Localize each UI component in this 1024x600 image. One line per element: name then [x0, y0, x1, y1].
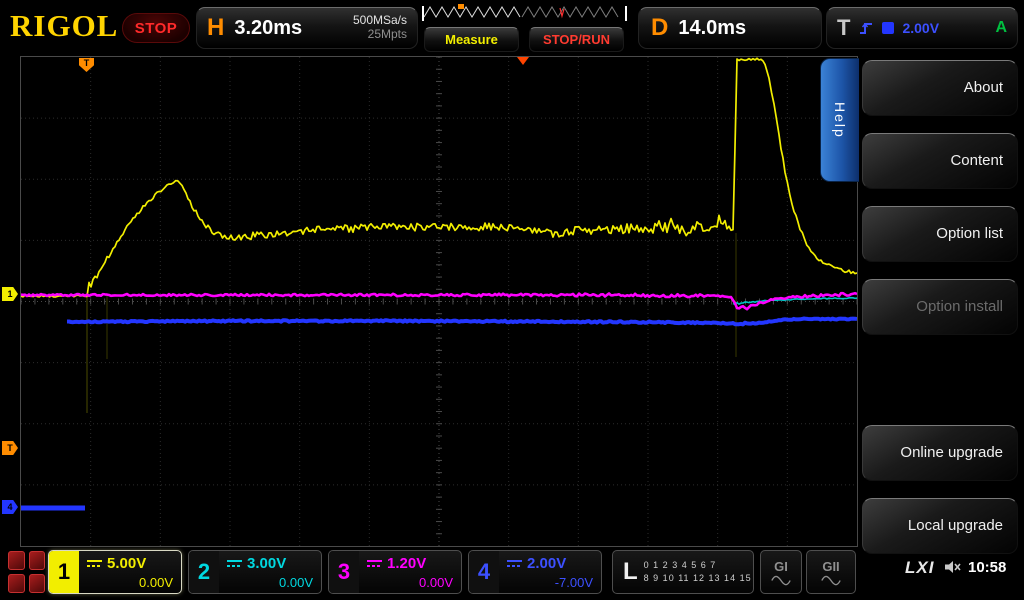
- menu-item-option-install[interactable]: Option install: [862, 279, 1018, 335]
- help-tab[interactable]: Help: [820, 58, 859, 182]
- horizontal-label: H: [207, 14, 224, 42]
- menu-item-content[interactable]: Content: [862, 133, 1018, 189]
- generator-1-label: GI: [774, 559, 788, 574]
- channel-2-offset: 0.00V: [279, 575, 313, 590]
- bottom-bar: 1 5.00V 0.00V 2 3.00V 0.00V 3 1.20V 0.00V 4 2.00V -…: [0, 545, 1024, 600]
- lxi-logo: LXI: [905, 558, 934, 578]
- trigger-slope-icon: [858, 21, 874, 35]
- logic-analyzer-block[interactable]: L 0 1 2 3 4 5 6 7 8 9 10 11 12 13 14 15: [612, 550, 754, 594]
- help-menu: About Content Option list Option install Onl…: [856, 56, 1024, 600]
- channel-t-position-marker[interactable]: T: [2, 441, 18, 455]
- acquisition-info: 500MSa/s 25Mpts: [353, 14, 407, 42]
- channel-3-scale: 1.20V: [367, 555, 426, 572]
- channel-1-scale: 5.00V: [87, 555, 146, 572]
- scope-traces: [21, 57, 857, 546]
- delay-label: D: [651, 14, 668, 42]
- dc-coupling-icon: [227, 559, 242, 568]
- channel-4-scale: 2.00V: [507, 555, 566, 572]
- channel-3-badge: 3: [329, 551, 359, 593]
- grid-square-icon: [8, 551, 25, 570]
- memory-depth: 25Mpts: [353, 28, 407, 42]
- channel-4-badge: 4: [469, 551, 499, 593]
- channel-4-trace: [67, 319, 857, 325]
- logic-row-2: 8 9 10 11 12 13 14 15: [644, 573, 752, 583]
- measure-button[interactable]: Measure: [424, 27, 519, 52]
- logic-analyzer-label: L: [623, 558, 638, 586]
- waveform-preview: [422, 4, 628, 24]
- menu-item-online-upgrade[interactable]: Online upgrade: [862, 425, 1018, 481]
- channel-2-trace: [733, 298, 857, 305]
- generator-2-label: GII: [822, 559, 839, 574]
- channel-1-position-marker[interactable]: 1: [2, 287, 18, 301]
- grid-square-icon: [29, 574, 46, 593]
- delay-value: 14.0ms: [678, 17, 746, 40]
- delay-box[interactable]: D 14.0ms: [638, 7, 822, 49]
- channel-1-block[interactable]: 1 5.00V 0.00V: [48, 550, 182, 594]
- channel-2-scale: 3.00V: [227, 555, 286, 572]
- trigger-level: 2.00V: [902, 20, 939, 36]
- dc-coupling-icon: [507, 559, 522, 568]
- rigol-logo: RIGOL: [10, 8, 118, 44]
- generator-2-block[interactable]: GII: [806, 550, 856, 594]
- trigger-source-icon: [882, 22, 894, 34]
- speaker-muted-icon: [943, 558, 962, 576]
- grid-square-icon: [29, 551, 46, 570]
- channel-2-values: 3.00V 0.00V: [219, 551, 321, 593]
- channel-4-position-marker[interactable]: 4: [2, 500, 18, 514]
- channel-menu-grid-icon[interactable]: [8, 551, 45, 593]
- trigger-box[interactable]: T 2.00V A: [826, 7, 1018, 49]
- channel-1-offset: 0.00V: [139, 575, 173, 590]
- sample-rate: 500MSa/s: [353, 14, 407, 28]
- channel-4-offset: -7.00V: [555, 575, 593, 590]
- help-tab-label: Help: [832, 102, 848, 139]
- top-bar: RIGOL STOP H 3.20ms 500MSa/s 25Mpts Meas…: [0, 0, 1024, 56]
- logic-row-1: 0 1 2 3 4 5 6 7: [644, 560, 717, 570]
- dc-coupling-icon: [87, 559, 102, 568]
- grid-square-icon: [8, 574, 25, 593]
- logic-channel-numbers: 0 1 2 3 4 5 6 7 8 9 10 11 12 13 14 15: [644, 559, 752, 586]
- run-status-badge: STOP: [122, 13, 190, 43]
- channel-status-blocks: 1 5.00V 0.00V 2 3.00V 0.00V 3 1.20V 0.00V 4 2.00V -…: [48, 550, 602, 594]
- trigger-mode: A: [995, 19, 1007, 37]
- channel-4-values: 2.00V -7.00V: [499, 551, 601, 593]
- stop-run-button[interactable]: STOP/RUN: [529, 27, 624, 52]
- channel-1-values: 5.00V 0.00V: [79, 551, 181, 593]
- clock: 10:58: [968, 559, 1006, 576]
- channel-3-values: 1.20V 0.00V: [359, 551, 461, 593]
- sine-wave-icon: [820, 575, 842, 586]
- dc-coupling-icon: [367, 559, 382, 568]
- menu-item-option-list[interactable]: Option list: [862, 206, 1018, 262]
- horizontal-position-bar[interactable]: [422, 4, 628, 24]
- timebase-value: 3.20ms: [234, 17, 302, 40]
- generator-1-block[interactable]: GI: [760, 550, 802, 594]
- trigger-label: T: [837, 15, 850, 41]
- channel-1-badge: 1: [49, 551, 79, 593]
- channel-2-badge: 2: [189, 551, 219, 593]
- channel-2-block[interactable]: 2 3.00V 0.00V: [188, 550, 322, 594]
- horizontal-timebase-box[interactable]: H 3.20ms 500MSa/s 25Mpts: [196, 7, 418, 49]
- channel-3-block[interactable]: 3 1.20V 0.00V: [328, 550, 462, 594]
- waveform-display[interactable]: [20, 56, 858, 547]
- channel-3-offset: 0.00V: [419, 575, 453, 590]
- channel-4-block[interactable]: 4 2.00V -7.00V: [468, 550, 602, 594]
- menu-item-about[interactable]: About: [862, 60, 1018, 116]
- sine-wave-icon: [770, 575, 792, 586]
